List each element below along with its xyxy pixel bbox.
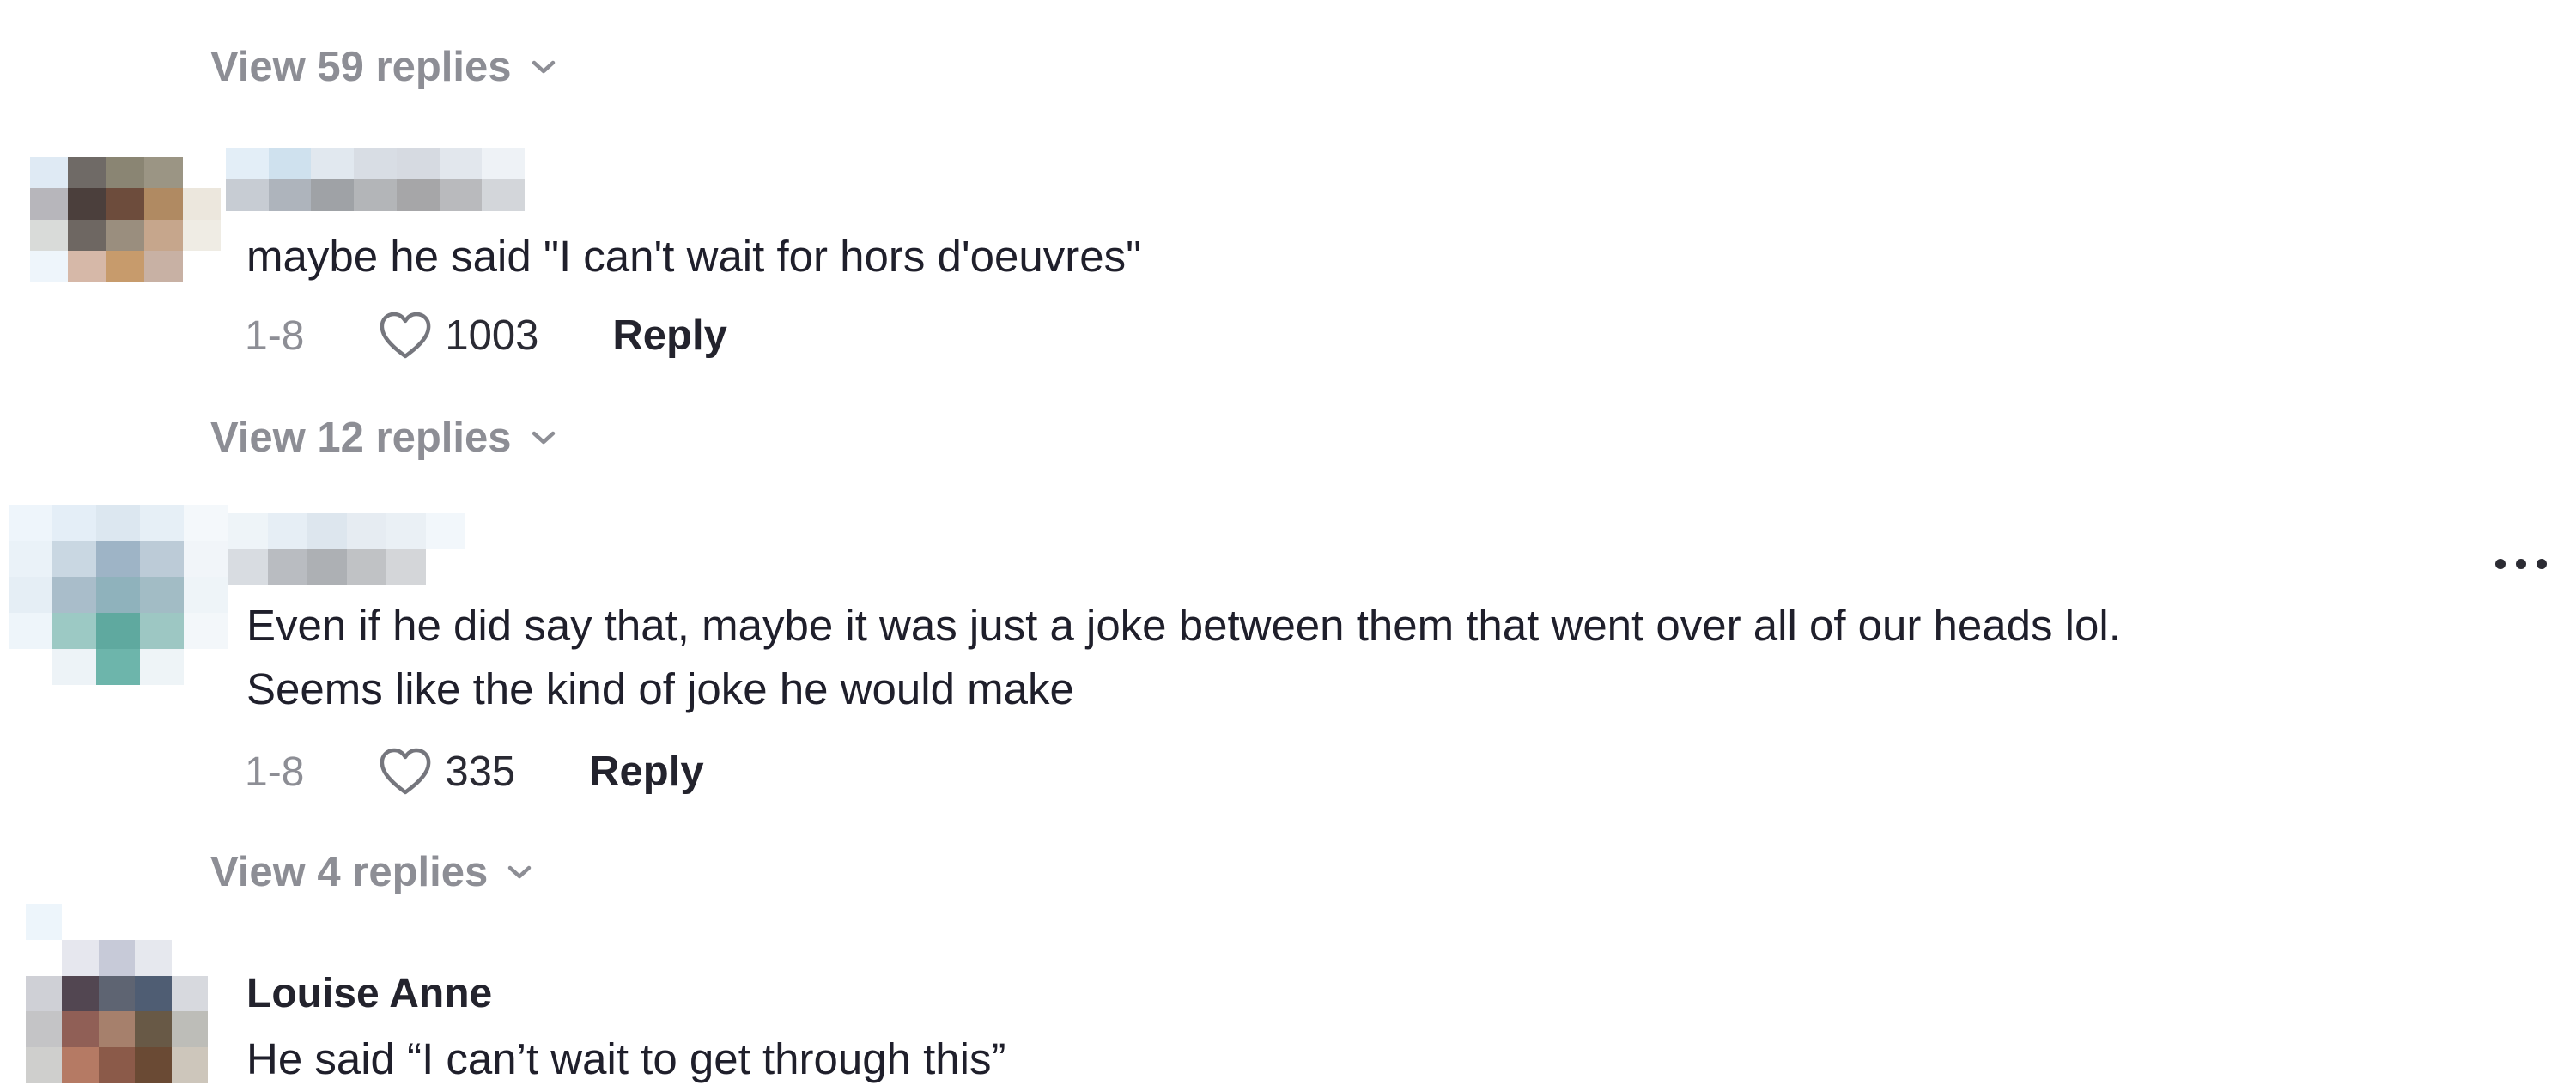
username[interactable]: Louise Anne [246, 970, 492, 1017]
comment-date: 1-8 [245, 312, 305, 359]
chevron-down-icon [508, 865, 532, 879]
comment-text: maybe he said "I can't wait for hors d'o… [246, 225, 1141, 288]
heart-outline-icon [380, 312, 431, 359]
comment-text: Even if he did say that, maybe it was ju… [246, 594, 2121, 721]
comment-actions: 1-8 1003 Reply [245, 306, 727, 366]
avatar[interactable] [26, 904, 208, 1083]
reply-button[interactable]: Reply [612, 312, 726, 360]
comment-date: 1-8 [245, 749, 305, 795]
view-replies-button[interactable]: View 12 replies [210, 414, 556, 462]
view-replies-label: View 12 replies [210, 415, 512, 461]
more-options-button[interactable] [2495, 559, 2547, 569]
view-replies-button[interactable]: View 59 replies [210, 43, 556, 91]
like-count: 1003 [445, 312, 539, 359]
comment-line: maybe he said "I can't wait for hors d'o… [246, 232, 1142, 281]
username-redacted[interactable] [228, 513, 465, 585]
view-replies-label: View 4 replies [210, 849, 489, 895]
avatar[interactable] [30, 157, 221, 313]
like-button[interactable]: 335 [378, 747, 515, 797]
reply-button[interactable]: Reply [589, 748, 703, 796]
username-redacted[interactable] [226, 148, 525, 211]
view-replies-button[interactable]: View 4 replies [210, 848, 532, 896]
like-button[interactable]: 1003 [378, 311, 538, 361]
comment-line: He said “I can’t wait to get through thi… [246, 1034, 1006, 1083]
comment-line: Seems like the kind of joke he would mak… [246, 664, 1074, 713]
chevron-down-icon [532, 60, 555, 74]
comment-line: Even if he did say that, maybe it was ju… [246, 601, 2121, 650]
avatar[interactable] [9, 505, 228, 685]
more-horizontal-icon [2495, 559, 2547, 569]
like-count: 335 [445, 749, 516, 795]
chevron-down-icon [532, 431, 555, 445]
comment-text: He said “I can’t wait to get through thi… [246, 1027, 1005, 1091]
comment-actions: 1-8 335 Reply [245, 742, 704, 802]
heart-outline-icon [380, 748, 431, 795]
view-replies-label: View 59 replies [210, 44, 512, 90]
